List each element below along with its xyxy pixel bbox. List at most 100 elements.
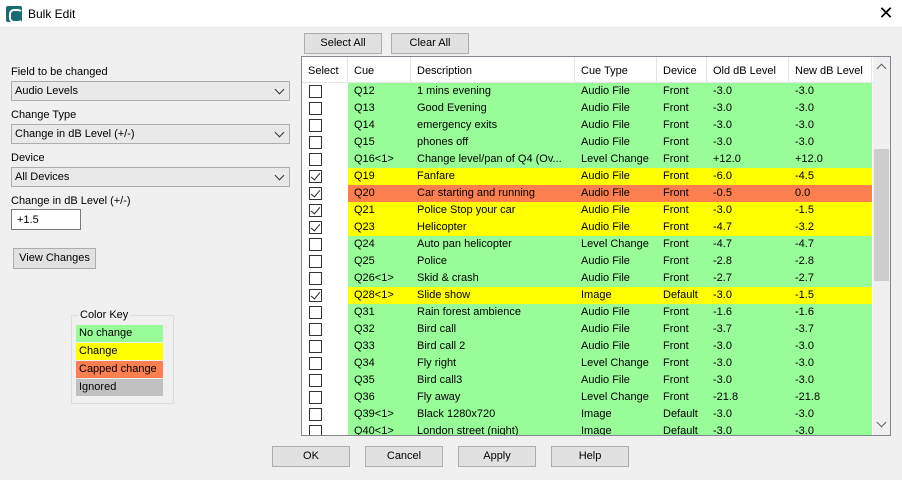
cell-desc: Fly away <box>417 391 461 403</box>
column-header[interactable]: New dB Level <box>789 57 872 83</box>
table-row[interactable]: Q39<1> Black 1280x720 Image Default -3.0 -3.0 <box>302 406 873 423</box>
help-button[interactable]: Help <box>551 446 629 467</box>
select-checkbox[interactable] <box>309 153 322 166</box>
device-combo[interactable]: All Devices <box>11 167 290 187</box>
select-checkbox[interactable] <box>309 425 322 435</box>
cell-cue: Q21 <box>354 204 375 216</box>
select-checkbox[interactable] <box>309 238 322 251</box>
table-row[interactable]: Q23 Helicopter Audio File Front -4.7 -3.2 <box>302 219 873 236</box>
cell-old: -3.0 <box>713 289 732 301</box>
table-row[interactable]: Q33 Bird call 2 Audio File Front -3.0 -3.0 <box>302 338 873 355</box>
vertical-scrollbar[interactable] <box>873 57 890 435</box>
change-type-combo[interactable]: Change in dB Level (+/-) <box>11 124 290 144</box>
table-row[interactable]: Q15 phones off Audio File Front -3.0 -3.0 <box>302 134 873 151</box>
select-checkbox[interactable] <box>309 357 322 370</box>
table-row[interactable]: Q16<1> Change level/pan of Q4 (Ov... Level… <box>302 151 873 168</box>
cancel-button[interactable]: Cancel <box>365 446 443 467</box>
cell-cue: Q39<1> <box>354 408 394 420</box>
cell-type: Audio File <box>581 374 630 386</box>
select-checkbox[interactable] <box>309 204 322 217</box>
select-checkbox[interactable] <box>309 170 322 183</box>
table-row[interactable]: Q36 Fly away Level Change Front -21.8 -21.8 <box>302 389 873 406</box>
cell-new: -3.0 <box>795 136 814 148</box>
select-checkbox[interactable] <box>309 306 322 319</box>
cell-cue: Q34 <box>354 357 375 369</box>
select-checkbox[interactable] <box>309 272 322 285</box>
cell-cue: Q40<1> <box>354 425 394 436</box>
cell-cue: Q13 <box>354 102 375 114</box>
column-header[interactable]: Cue <box>348 57 411 83</box>
table-row[interactable]: Q40<1> London street (night) Image Default -… <box>302 423 873 436</box>
select-checkbox[interactable] <box>309 391 322 404</box>
field-combo[interactable]: Audio Levels <box>11 81 290 101</box>
ok-button[interactable]: OK <box>272 446 350 467</box>
cell-old: -21.8 <box>713 391 739 403</box>
table-row[interactable]: Q19 Fanfare Audio File Front -6.0 -4.5 <box>302 168 873 185</box>
cell-new: -4.7 <box>795 238 814 250</box>
select-checkbox[interactable] <box>309 408 322 421</box>
select-checkbox[interactable] <box>309 323 322 336</box>
column-header[interactable]: Select <box>302 57 348 83</box>
scroll-down-icon[interactable] <box>876 417 887 428</box>
cell-cue: Q12 <box>354 85 375 97</box>
table-row[interactable]: Q25 Police Audio File Front -2.8 -2.8 <box>302 253 873 270</box>
cell-type: Audio File <box>581 187 630 199</box>
table-row[interactable]: Q34 Fly right Level Change Front -3.0 -3.0 <box>302 355 873 372</box>
table-row[interactable]: Q35 Bird call3 Audio File Front -3.0 -3.0 <box>302 372 873 389</box>
clear-all-button[interactable]: Clear All <box>391 33 469 54</box>
cell-desc: Bird call3 <box>417 374 463 386</box>
cell-new: -2.8 <box>795 255 814 267</box>
close-icon[interactable]: ✕ <box>876 3 896 23</box>
table-row[interactable]: Q32 Bird call Audio File Front -3.7 -3.7 <box>302 321 873 338</box>
cell-desc: London street (night) <box>417 425 519 436</box>
cell-type: Audio File <box>581 119 630 131</box>
cell-desc: Rain forest ambience <box>417 306 521 318</box>
cell-type: Audio File <box>581 170 630 182</box>
table-row[interactable]: Q14 emergency exits Audio File Front -3.0 -3.… <box>302 117 873 134</box>
cell-device: Default <box>663 408 698 420</box>
field-label: Field to be changed <box>11 66 108 78</box>
select-checkbox[interactable] <box>309 340 322 353</box>
select-checkbox[interactable] <box>309 102 322 115</box>
table-row[interactable]: Q12 1 mins evening Audio File Front -3.0 -3.0 <box>302 83 873 100</box>
table-row[interactable]: Q24 Auto pan helicopter Level Change Front -… <box>302 236 873 253</box>
device-value: All Devices <box>15 171 70 183</box>
select-checkbox[interactable] <box>309 136 322 149</box>
select-checkbox[interactable] <box>309 374 322 387</box>
select-checkbox[interactable] <box>309 255 322 268</box>
select-all-button[interactable]: Select All <box>304 33 382 54</box>
cell-cue: Q24 <box>354 238 375 250</box>
select-checkbox[interactable] <box>309 85 322 98</box>
select-checkbox[interactable] <box>309 187 322 200</box>
table-row[interactable]: Q21 Police Stop your car Audio File Front -3… <box>302 202 873 219</box>
table-row[interactable]: Q26<1> Skid & crash Audio File Front -2.7 -2.… <box>302 270 873 287</box>
select-checkbox[interactable] <box>309 289 322 302</box>
chevron-down-icon <box>274 84 285 95</box>
cell-old: -3.0 <box>713 425 732 436</box>
select-checkbox[interactable] <box>309 221 322 234</box>
table-row[interactable]: Q20 Car starting and running Audio File Fro… <box>302 185 873 202</box>
cell-cue: Q25 <box>354 255 375 267</box>
change-db-input[interactable]: +1.5 <box>11 209 81 230</box>
table-row[interactable]: Q28<1> Slide show Image Default -3.0 -1.5 <box>302 287 873 304</box>
apply-button[interactable]: Apply <box>458 446 536 467</box>
cell-new: -1.6 <box>795 306 814 318</box>
cell-device: Front <box>663 357 689 369</box>
cell-cue: Q23 <box>354 221 375 233</box>
bulk-edit-grid[interactable]: Select Cue Description Cue Type Device Old dB… <box>301 56 891 436</box>
column-header[interactable]: Old dB Level <box>707 57 789 83</box>
column-header[interactable]: Description <box>411 57 575 83</box>
table-row[interactable]: Q31 Rain forest ambience Audio File Front -1… <box>302 304 873 321</box>
scroll-thumb[interactable] <box>874 149 889 281</box>
column-header[interactable]: Cue Type <box>575 57 657 83</box>
cell-old: -3.0 <box>713 102 732 114</box>
column-header[interactable]: Device <box>657 57 707 83</box>
cell-device: Front <box>663 119 689 131</box>
view-changes-button[interactable]: View Changes <box>13 248 96 269</box>
select-checkbox[interactable] <box>309 119 322 132</box>
cell-device: Front <box>663 187 689 199</box>
table-row[interactable]: Q13 Good Evening Audio File Front -3.0 -3.0 <box>302 100 873 117</box>
cell-device: Front <box>663 204 689 216</box>
cell-cue: Q33 <box>354 340 375 352</box>
scroll-up-icon[interactable] <box>876 63 887 74</box>
